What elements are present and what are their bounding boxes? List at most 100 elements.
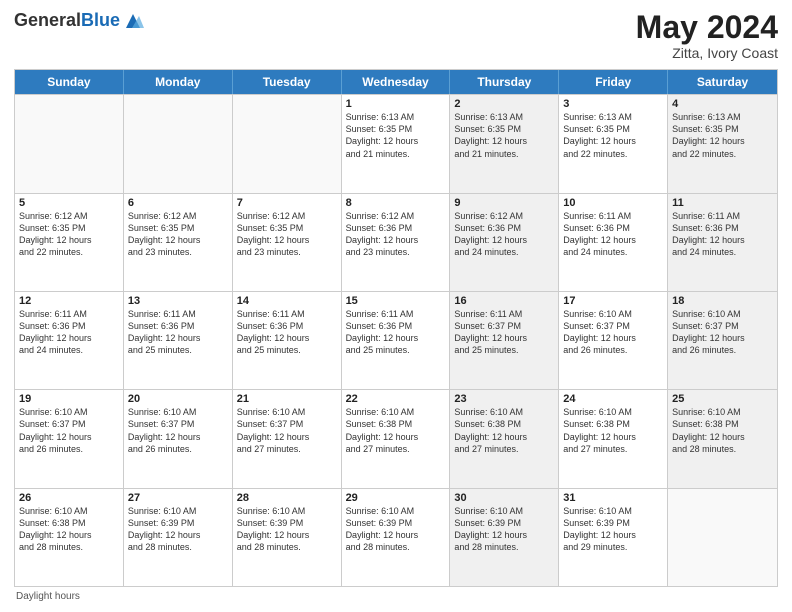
- calendar-row: 19 Sunrise: 6:10 AM Sunset: 6:37 PM Dayli…: [15, 389, 777, 487]
- cell-info: Sunrise: 6:10 AM Sunset: 6:37 PM Dayligh…: [672, 308, 773, 357]
- cell-info: Sunrise: 6:11 AM Sunset: 6:36 PM Dayligh…: [128, 308, 228, 357]
- logo-text: GeneralBlue: [14, 11, 120, 31]
- cell-info: Sunrise: 6:10 AM Sunset: 6:38 PM Dayligh…: [672, 406, 773, 455]
- calendar-cell: [668, 489, 777, 586]
- calendar-header-cell: Wednesday: [342, 70, 451, 94]
- calendar-cell: 15Sunrise: 6:11 AM Sunset: 6:36 PM Dayli…: [342, 292, 451, 389]
- cell-info: Sunrise: 6:10 AM Sunset: 6:39 PM Dayligh…: [346, 505, 446, 554]
- calendar-row: 1 Sunrise: 6:13 AM Sunset: 6:35 PM Daylig…: [15, 94, 777, 192]
- day-number: 26: [19, 492, 119, 504]
- page: GeneralBlue May 2024 Zitta, Ivory Coast …: [0, 0, 792, 612]
- calendar-cell: 9Sunrise: 6:12 AM Sunset: 6:36 PM Daylig…: [450, 194, 559, 291]
- calendar-cell: 27Sunrise: 6:10 AM Sunset: 6:39 PM Dayli…: [124, 489, 233, 586]
- day-number: 28: [237, 492, 337, 504]
- calendar-cell: 7Sunrise: 6:12 AM Sunset: 6:35 PM Daylig…: [233, 194, 342, 291]
- calendar-cell: 31Sunrise: 6:10 AM Sunset: 6:39 PM Dayli…: [559, 489, 668, 586]
- day-number: 29: [346, 492, 446, 504]
- calendar-header-cell: Sunday: [15, 70, 124, 94]
- day-number: 7: [237, 197, 337, 209]
- day-number: 14: [237, 295, 337, 307]
- calendar-cell: 1Sunrise: 6:13 AM Sunset: 6:35 PM Daylig…: [342, 95, 451, 192]
- calendar-cell: 13Sunrise: 6:11 AM Sunset: 6:36 PM Dayli…: [124, 292, 233, 389]
- footnote: Daylight hours: [14, 591, 778, 602]
- calendar-body: 1 Sunrise: 6:13 AM Sunset: 6:35 PM Daylig…: [15, 94, 777, 586]
- cell-info: Sunrise: 6:10 AM Sunset: 6:37 PM Dayligh…: [237, 406, 337, 455]
- day-number: 25: [672, 393, 773, 405]
- calendar-header: SundayMondayTuesdayWednesdayThursdayFrid…: [15, 70, 777, 94]
- cell-info: Sunrise: 6:10 AM Sunset: 6:39 PM Dayligh…: [454, 505, 554, 554]
- cell-info: Sunrise: 6:11 AM Sunset: 6:36 PM Dayligh…: [346, 308, 446, 357]
- day-number: 22: [346, 393, 446, 405]
- calendar-cell: [15, 95, 124, 192]
- calendar-header-cell: Friday: [559, 70, 668, 94]
- day-number: 31: [563, 492, 663, 504]
- calendar-cell: 11Sunrise: 6:11 AM Sunset: 6:36 PM Dayli…: [668, 194, 777, 291]
- day-number: 27: [128, 492, 228, 504]
- cell-info: Sunrise: 6:12 AM Sunset: 6:36 PM Dayligh…: [454, 210, 554, 259]
- day-number: 13: [128, 295, 228, 307]
- cell-info: Sunrise: 6:10 AM Sunset: 6:38 PM Dayligh…: [19, 505, 119, 554]
- calendar-header-cell: Tuesday: [233, 70, 342, 94]
- day-number: 10: [563, 197, 663, 209]
- calendar-cell: 12Sunrise: 6:11 AM Sunset: 6:36 PM Dayli…: [15, 292, 124, 389]
- cell-info: Sunrise: 6:12 AM Sunset: 6:35 PM Dayligh…: [128, 210, 228, 259]
- day-number: 6: [128, 197, 228, 209]
- day-number: 8: [346, 197, 446, 209]
- cell-info: Sunrise: 6:11 AM Sunset: 6:36 PM Dayligh…: [672, 210, 773, 259]
- cell-info: Sunrise: 6:11 AM Sunset: 6:36 PM Dayligh…: [237, 308, 337, 357]
- cell-info: Sunrise: 6:12 AM Sunset: 6:35 PM Dayligh…: [237, 210, 337, 259]
- calendar: SundayMondayTuesdayWednesdayThursdayFrid…: [14, 69, 778, 587]
- cell-info: Sunrise: 6:10 AM Sunset: 6:38 PM Dayligh…: [563, 406, 663, 455]
- header: GeneralBlue May 2024 Zitta, Ivory Coast: [14, 10, 778, 61]
- day-number: 30: [454, 492, 554, 504]
- day-number: 11: [672, 197, 773, 209]
- cell-info: Sunrise: 6:10 AM Sunset: 6:38 PM Dayligh…: [454, 406, 554, 455]
- calendar-cell: 10Sunrise: 6:11 AM Sunset: 6:36 PM Dayli…: [559, 194, 668, 291]
- cell-info: Sunrise: 6:13 AM Sunset: 6:35 PM Dayligh…: [454, 111, 554, 160]
- logo-general: General: [14, 10, 81, 30]
- day-number: 1: [346, 98, 446, 110]
- day-number: 23: [454, 393, 554, 405]
- day-number: 20: [128, 393, 228, 405]
- cell-info: Sunrise: 6:10 AM Sunset: 6:38 PM Dayligh…: [346, 406, 446, 455]
- calendar-cell: 17Sunrise: 6:10 AM Sunset: 6:37 PM Dayli…: [559, 292, 668, 389]
- title-month: May 2024: [636, 10, 778, 45]
- calendar-row: 26Sunrise: 6:10 AM Sunset: 6:38 PM Dayli…: [15, 488, 777, 586]
- calendar-cell: 16Sunrise: 6:11 AM Sunset: 6:37 PM Dayli…: [450, 292, 559, 389]
- day-number: 4: [672, 98, 773, 110]
- day-number: 17: [563, 295, 663, 307]
- cell-info: Sunrise: 6:12 AM Sunset: 6:36 PM Dayligh…: [346, 210, 446, 259]
- calendar-cell: 5Sunrise: 6:12 AM Sunset: 6:35 PM Daylig…: [15, 194, 124, 291]
- calendar-cell: [233, 95, 342, 192]
- cell-info: Sunrise: 6:11 AM Sunset: 6:36 PM Dayligh…: [19, 308, 119, 357]
- calendar-header-cell: Saturday: [668, 70, 777, 94]
- cell-info: Sunrise: 6:11 AM Sunset: 6:37 PM Dayligh…: [454, 308, 554, 357]
- day-number: 15: [346, 295, 446, 307]
- calendar-row: 12Sunrise: 6:11 AM Sunset: 6:36 PM Dayli…: [15, 291, 777, 389]
- calendar-cell: 25Sunrise: 6:10 AM Sunset: 6:38 PM Dayli…: [668, 390, 777, 487]
- calendar-cell: 26Sunrise: 6:10 AM Sunset: 6:38 PM Dayli…: [15, 489, 124, 586]
- day-number: 24: [563, 393, 663, 405]
- calendar-cell: 30Sunrise: 6:10 AM Sunset: 6:39 PM Dayli…: [450, 489, 559, 586]
- day-number: 21: [237, 393, 337, 405]
- cell-info: Sunrise: 6:11 AM Sunset: 6:36 PM Dayligh…: [563, 210, 663, 259]
- calendar-cell: 3Sunrise: 6:13 AM Sunset: 6:35 PM Daylig…: [559, 95, 668, 192]
- day-number: 19: [19, 393, 119, 405]
- title-block: May 2024 Zitta, Ivory Coast: [636, 10, 778, 61]
- calendar-cell: 19Sunrise: 6:10 AM Sunset: 6:37 PM Dayli…: [15, 390, 124, 487]
- cell-info: Sunrise: 6:12 AM Sunset: 6:35 PM Dayligh…: [19, 210, 119, 259]
- cell-info: Sunrise: 6:13 AM Sunset: 6:35 PM Dayligh…: [563, 111, 663, 160]
- day-number: 2: [454, 98, 554, 110]
- calendar-cell: 22Sunrise: 6:10 AM Sunset: 6:38 PM Dayli…: [342, 390, 451, 487]
- cell-info: Sunrise: 6:10 AM Sunset: 6:39 PM Dayligh…: [128, 505, 228, 554]
- calendar-cell: [124, 95, 233, 192]
- cell-info: Sunrise: 6:10 AM Sunset: 6:37 PM Dayligh…: [128, 406, 228, 455]
- calendar-cell: 2Sunrise: 6:13 AM Sunset: 6:35 PM Daylig…: [450, 95, 559, 192]
- cell-info: Sunrise: 6:13 AM Sunset: 6:35 PM Dayligh…: [672, 111, 773, 160]
- logo: GeneralBlue: [14, 10, 144, 32]
- calendar-cell: 28Sunrise: 6:10 AM Sunset: 6:39 PM Dayli…: [233, 489, 342, 586]
- calendar-cell: 24Sunrise: 6:10 AM Sunset: 6:38 PM Dayli…: [559, 390, 668, 487]
- day-number: 9: [454, 197, 554, 209]
- calendar-cell: 14Sunrise: 6:11 AM Sunset: 6:36 PM Dayli…: [233, 292, 342, 389]
- title-location: Zitta, Ivory Coast: [636, 45, 778, 61]
